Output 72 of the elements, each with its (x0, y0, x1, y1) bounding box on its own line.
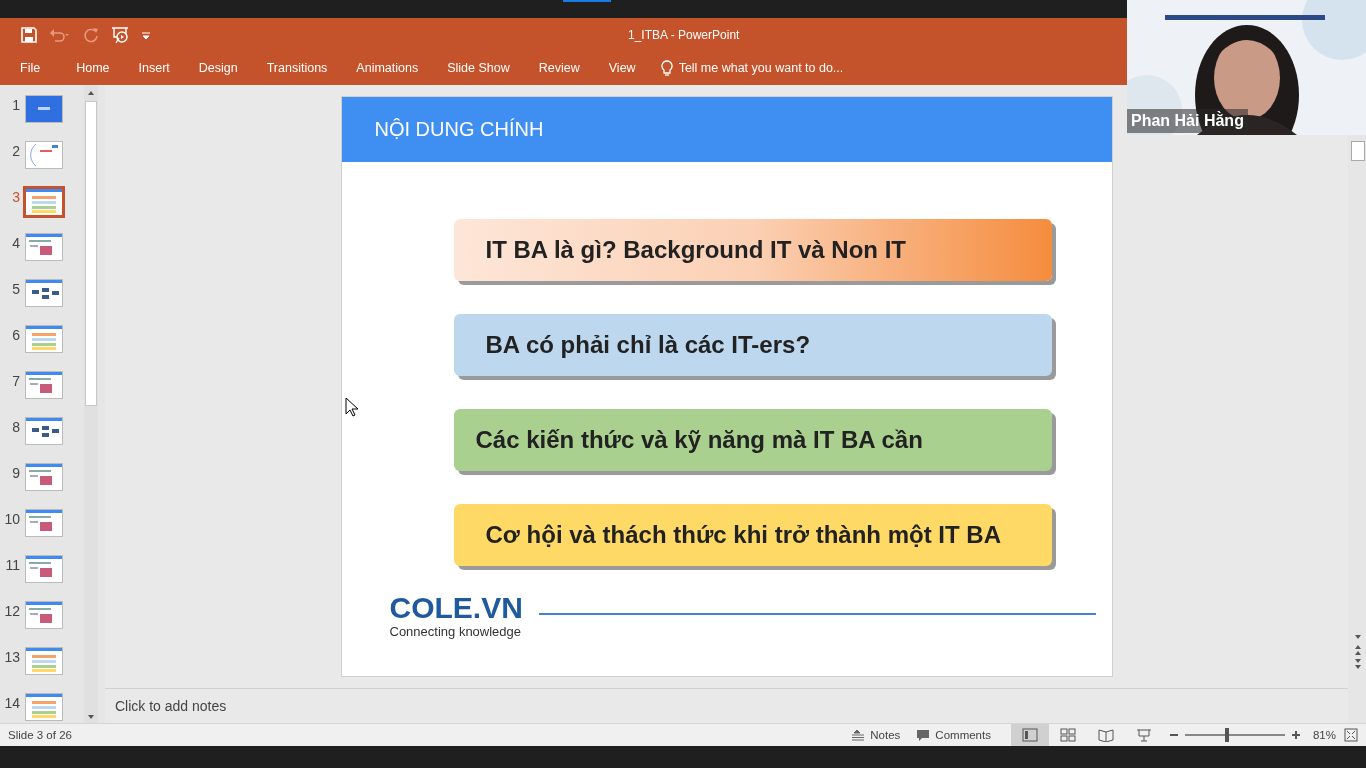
slide-number: 10 (3, 511, 20, 527)
zoom-in-icon[interactable] (1290, 730, 1301, 740)
topic-text: Cơ hội và thách thức khi trở thành một IT BA (484, 521, 1002, 549)
slide-thumbnail[interactable] (25, 233, 63, 261)
menu-tab[interactable]: File (20, 61, 41, 75)
previous-slide-icon[interactable] (1352, 643, 1364, 657)
sorter-view-icon (1059, 728, 1076, 742)
slide-thumbnail[interactable] (25, 647, 63, 675)
logo: COLE.VN (389, 592, 523, 624)
slide-title: NỘI DUNG CHÍNH (341, 97, 1112, 162)
slide-counter: Slide 3 of 26 (8, 729, 72, 741)
slide-number: 8 (11, 419, 20, 435)
slide-number: 7 (11, 373, 20, 389)
zoom-level[interactable]: 81% (1312, 729, 1336, 741)
normal-view-button[interactable] (1010, 724, 1049, 746)
slide-thumbnail[interactable] (25, 95, 63, 123)
slide-thumbnail[interactable] (25, 509, 63, 537)
slide-number: 2 (11, 143, 20, 159)
tagline: Connecting knowledge (389, 624, 523, 639)
slideshow-view-icon (1135, 728, 1152, 742)
slide-thumbnail[interactable] (25, 417, 63, 445)
window-title: 1_ITBA - PowerPoint (628, 28, 740, 42)
slide-number: 1 (11, 97, 20, 113)
topic-text: Các kiến thức và kỹ năng mà IT BA cần (474, 426, 923, 454)
notes-field[interactable]: Click to add notes (105, 698, 415, 714)
save-icon[interactable] (21, 26, 37, 43)
slide-number: 3 (11, 189, 20, 205)
scrollbar-thumb[interactable] (85, 101, 97, 406)
slide-thumbnail[interactable] (25, 279, 63, 307)
scrollbar-thumb[interactable] (1351, 141, 1365, 161)
presentation-icon[interactable] (111, 25, 129, 44)
slide-thumbnail[interactable] (25, 601, 63, 629)
slide-thumbnail[interactable] (25, 325, 63, 353)
speech-bubble-icon (916, 729, 931, 741)
menu-tab[interactable]: View (608, 61, 636, 75)
slide-number: 4 (11, 235, 20, 251)
tell-me-field[interactable]: Tell me what you want to do... (660, 60, 879, 76)
customize-icon[interactable] (141, 29, 151, 40)
next-slide-icon[interactable] (1352, 657, 1364, 671)
slide-number: 14 (3, 695, 20, 711)
notes-button[interactable]: Notes (843, 729, 909, 741)
slide-number: 12 (3, 603, 20, 619)
normal-view-icon (1021, 728, 1038, 742)
menu-tab[interactable]: Design (198, 61, 238, 75)
cursor-icon (345, 397, 359, 417)
menu-tab[interactable]: Insert (138, 61, 170, 75)
menu-tab[interactable]: Home (76, 61, 110, 75)
participant-name: Phan Hải Hằng (1127, 109, 1248, 133)
slide-thumbnail[interactable] (25, 555, 63, 583)
slide-thumbnail[interactable] (25, 693, 63, 721)
menu-tab[interactable]: Slide Show (447, 61, 510, 75)
slide-thumbnail[interactable] (25, 371, 63, 399)
slide-thumbnail[interactable] (25, 141, 63, 169)
fit-to-window-icon[interactable] (1344, 728, 1358, 742)
slide-number: 9 (11, 465, 20, 481)
menu-tab[interactable]: Animations (356, 61, 419, 75)
slide-thumbnail[interactable] (23, 186, 65, 218)
topic-text: BA có phải chỉ là các IT-ers? (484, 331, 811, 359)
slide-number: 6 (11, 327, 20, 343)
slide-number: 5 (11, 281, 20, 297)
comments-button[interactable]: Comments (908, 729, 999, 741)
slide-thumbnail[interactable] (25, 463, 63, 491)
notes-icon (851, 729, 866, 741)
menu-tab[interactable]: Transitions (266, 61, 328, 75)
reading-view-icon (1097, 728, 1114, 742)
redo-icon[interactable] (83, 26, 99, 43)
menu-tab[interactable]: Review (538, 61, 580, 75)
lightbulb-icon (660, 60, 673, 76)
slide-number: 13 (3, 649, 20, 665)
slide-number: 11 (4, 557, 20, 573)
topic-text: IT BA là gì? Background IT và Non IT (484, 236, 906, 264)
sharing-indicator (563, 0, 611, 2)
